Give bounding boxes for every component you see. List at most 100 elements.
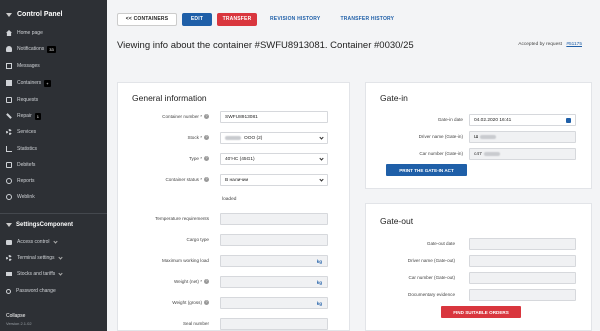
gate-out-title: Gate-out	[380, 216, 414, 226]
sidebar-item-services[interactable]: Services	[6, 127, 36, 137]
sidebar-item-label: Repair	[17, 113, 32, 119]
chevron-down-icon	[58, 270, 63, 276]
gate-out-driver-input[interactable]	[469, 255, 576, 267]
gate-out-panel: Gate-out Gate-out date Driver name (Gate…	[365, 203, 592, 331]
sidebar-item-reports[interactable]: Reports	[6, 176, 35, 186]
gate-in-car-input[interactable]: c47	[469, 148, 576, 160]
redacted-text	[225, 136, 241, 140]
reports-icon	[6, 178, 12, 184]
sidebar-item-weblink[interactable]: Weblink	[6, 192, 35, 202]
edit-icon	[6, 97, 12, 103]
general-information-title: General information	[132, 93, 207, 103]
gate-out-car-input[interactable]	[469, 272, 576, 284]
help-icon[interactable]: ?	[204, 135, 209, 141]
weight-net-label: Weight (net) *?	[174, 279, 209, 285]
settings-section-title[interactable]: SettingsComponent	[6, 222, 73, 228]
documentary-evidence-input[interactable]	[469, 289, 576, 301]
sidebar-item-label: Notifications	[17, 46, 45, 52]
caret-down-icon	[6, 12, 12, 17]
redacted-text	[480, 135, 497, 139]
sidebar-item-label: Debitefs	[17, 162, 36, 168]
sidebar-item-label: Stocks and tariffs	[17, 271, 56, 277]
print-gate-in-act-button[interactable]: PRINT THE GATE-IN ACT	[386, 164, 467, 176]
container-number-input[interactable]: SWFU8913081	[220, 111, 328, 123]
stock-select[interactable]: OOO (2)	[220, 132, 328, 144]
sidebar-item-messages[interactable]: Messages	[6, 61, 40, 71]
gate-out-date-input[interactable]	[469, 238, 576, 250]
sidebar-item-password-change[interactable]: Password change	[6, 286, 56, 296]
chart-icon	[6, 146, 12, 152]
type-select[interactable]: 40’HC (45G1)	[220, 153, 328, 165]
documentary-evidence-label: Documentary evidence	[408, 292, 455, 297]
help-icon[interactable]: ?	[204, 300, 209, 306]
sidebar-item-terminal-settings[interactable]: Terminal settings	[6, 253, 63, 263]
repair-badge: 1	[34, 112, 41, 120]
gate-out-car-label: Car number (Gate-out)	[408, 275, 455, 280]
help-icon[interactable]: ?	[204, 156, 209, 162]
sidebar-item-access-control[interactable]: Access control	[6, 237, 58, 247]
gate-in-car-label: Car number (Gate-in)	[419, 151, 463, 156]
weight-net-input[interactable]: kg	[220, 276, 328, 288]
sidebar-item-notifications[interactable]: Notifications 33	[6, 44, 56, 54]
sidebar-item-requests[interactable]: Requests	[6, 95, 38, 105]
loaded-status-text: loaded	[222, 197, 237, 202]
help-icon[interactable]: ?	[204, 114, 209, 120]
sidebar-item-home[interactable]: Home page	[6, 28, 43, 38]
find-suitable-orders-button[interactable]: FIND SUITABLE ORDERS	[441, 306, 521, 318]
version-label: Version 2.1.02	[6, 321, 32, 326]
help-icon[interactable]: ?	[204, 177, 209, 183]
sidebar-item-label: Access control	[17, 239, 50, 245]
chevron-down-icon	[319, 156, 324, 161]
sidebar-item-statistics[interactable]: Statistics	[6, 144, 37, 154]
weight-gross-input[interactable]: kg	[220, 297, 328, 309]
sidebar-item-label: Containers	[17, 80, 42, 86]
notifications-badge: 33	[47, 45, 56, 53]
revision-history-tab[interactable]: REVISION HISTORY	[270, 13, 320, 26]
redacted-text	[483, 152, 500, 156]
calendar-icon[interactable]	[566, 118, 571, 123]
sidebar-item-containers[interactable]: Containers +	[6, 78, 51, 88]
page-title: Viewing info about the container #SWFU89…	[117, 40, 414, 51]
home-icon	[6, 30, 12, 36]
bell-icon	[6, 46, 12, 52]
general-information-panel: General information Container number *? …	[117, 82, 350, 331]
sidebar-divider	[0, 213, 107, 214]
container-status-select[interactable]: В наличии	[220, 174, 328, 186]
cargo-type-label: Cargo type	[186, 237, 209, 242]
kg-unit: kg	[316, 279, 322, 285]
back-to-containers-button[interactable]: << CONTAINERS	[117, 12, 177, 26]
chevron-down-icon	[319, 135, 324, 140]
gate-out-date-label: Gate-out date	[426, 241, 455, 246]
accepted-by-request: Accepted by request #51175	[518, 42, 582, 47]
collapse-button[interactable]: Collapse	[6, 313, 25, 319]
chevron-down-icon	[319, 177, 324, 182]
sidebar: Control Panel Home page Notifications 33…	[0, 0, 107, 331]
seal-number-input[interactable]	[220, 318, 328, 330]
container-number-label: Container number *?	[162, 114, 209, 120]
weblink-icon	[6, 194, 12, 200]
sidebar-item-debitefs[interactable]: Debitefs	[6, 160, 35, 170]
edit-button[interactable]: EDIT	[182, 12, 212, 26]
tab-bar: << CONTAINERS EDIT TRANSFER REVISION HIS…	[117, 12, 414, 26]
sidebar-item-repair[interactable]: Repair 1	[6, 111, 41, 121]
gate-in-date-input[interactable]: 04.02.2020 16:41	[469, 114, 576, 126]
container-status-label: Container status *?	[165, 177, 209, 183]
transfer-history-tab[interactable]: TRANSFER HISTORY	[340, 13, 394, 26]
type-label: Type *?	[188, 156, 209, 162]
add-container-badge[interactable]: +	[44, 79, 51, 87]
help-icon[interactable]: ?	[204, 279, 209, 285]
cargo-type-input[interactable]	[220, 234, 328, 246]
sidebar-title[interactable]: Control Panel	[6, 11, 63, 18]
temperature-input[interactable]	[220, 213, 328, 225]
request-link[interactable]: #51175	[566, 42, 582, 47]
caret-down-icon	[6, 223, 12, 227]
seal-number-label: Seal number	[182, 321, 209, 326]
sidebar-item-stocks-tariffs[interactable]: Stocks and tariffs	[6, 269, 63, 279]
max-load-input[interactable]: kg	[220, 255, 328, 267]
transfer-button[interactable]: TRANSFER	[217, 12, 257, 26]
weight-gross-label: Weight (gross)?	[172, 300, 209, 306]
gate-in-driver-input[interactable]: Ш	[469, 131, 576, 143]
gear-icon	[6, 255, 12, 261]
chevron-down-icon	[52, 238, 58, 244]
chevron-down-icon	[57, 254, 63, 260]
